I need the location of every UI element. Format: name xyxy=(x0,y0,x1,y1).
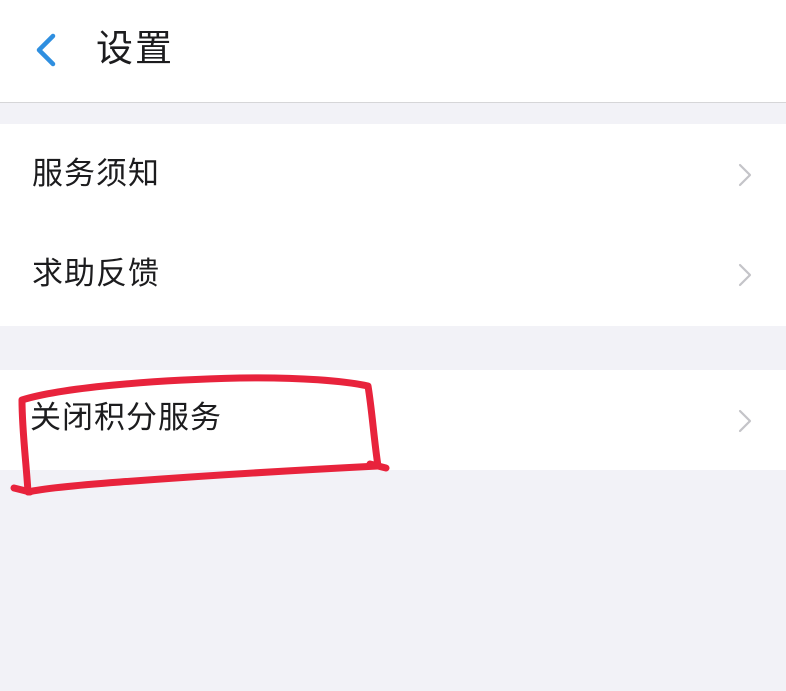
list-item-label: 服务须知 xyxy=(32,156,160,192)
page-title: 设置 xyxy=(96,27,174,70)
list-item-service-notice[interactable]: 服务须知 xyxy=(0,124,786,224)
chevron-right-icon xyxy=(738,409,752,433)
chevron-left-icon xyxy=(36,33,56,67)
list-item-label: 关闭积分服务 xyxy=(30,400,222,436)
list-item-help-feedback[interactable]: 求助反馈 xyxy=(0,224,786,324)
red-highlight-annotation xyxy=(10,374,390,496)
list-item-close-points-service[interactable]: 关闭积分服务 xyxy=(0,370,786,470)
navigation-bar: 设置 xyxy=(0,0,786,103)
list-item-label: 求助反馈 xyxy=(32,256,160,292)
chevron-right-icon xyxy=(738,163,752,187)
back-button[interactable] xyxy=(22,22,74,78)
settings-group-2: 关闭积分服务 xyxy=(0,370,786,470)
settings-group-1: 服务须知 求助反馈 xyxy=(0,124,786,326)
chevron-right-icon xyxy=(738,263,752,287)
